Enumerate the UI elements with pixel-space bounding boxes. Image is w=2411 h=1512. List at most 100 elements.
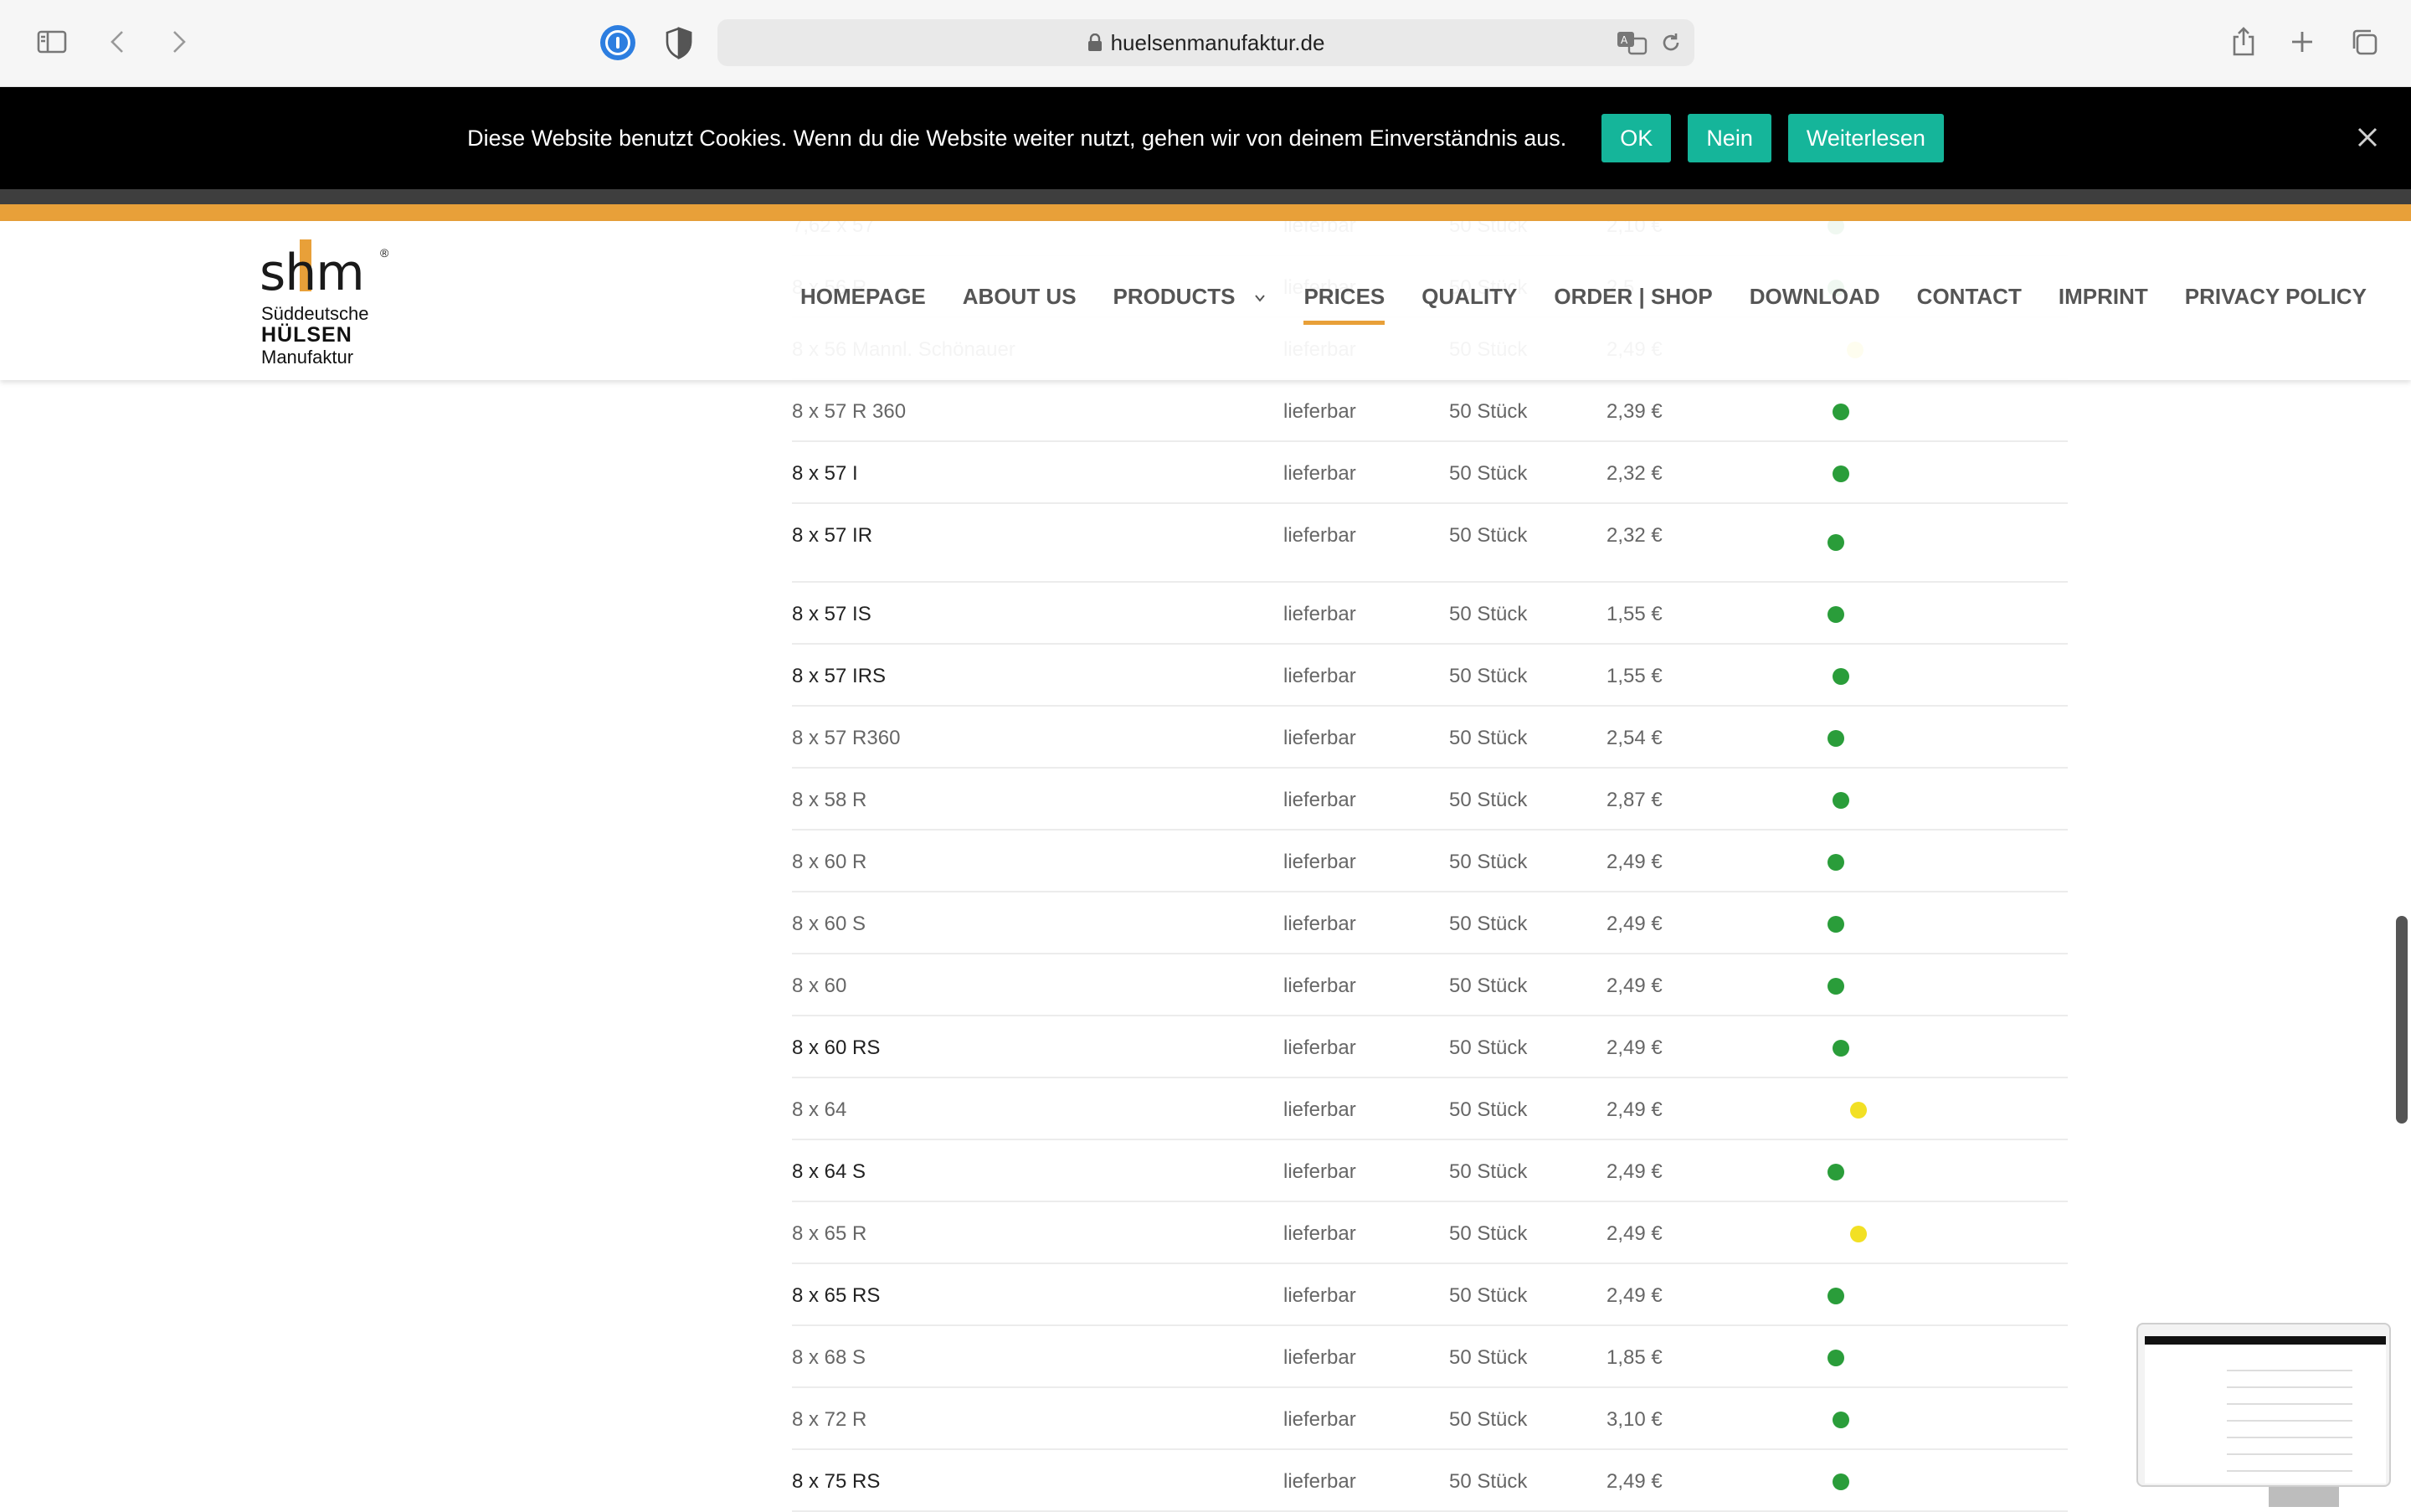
logo-line-3: Manufaktur [261, 347, 354, 368]
nav-contact[interactable]: CONTACT [1917, 284, 2022, 310]
tab-overview-icon[interactable] [2344, 22, 2384, 62]
table-row: 8 x 57 IRS lieferbar 50 Stück 1,55 € [792, 645, 2068, 707]
password-manager-icon[interactable] [600, 25, 635, 60]
new-tab-icon[interactable] [2282, 22, 2322, 62]
status-cell: lieferbar [1283, 913, 1356, 935]
back-icon[interactable] [99, 22, 139, 62]
table-row: 8 x 60 S lieferbar 50 Stück 2,49 € [792, 892, 2068, 954]
decorative-stripe [0, 189, 2411, 204]
table-row: 8 x 75 RS lieferbar 50 Stück 2,49 € [792, 1450, 2068, 1512]
availability-dot-icon [1850, 1102, 1867, 1119]
preview-handle[interactable] [2269, 1487, 2339, 1507]
status-cell: lieferbar [1283, 462, 1356, 485]
thumbnail-line [2227, 1403, 2352, 1405]
page-thumbnail-preview[interactable] [2136, 1323, 2391, 1487]
product-name-cell: 8 x 60 S [792, 913, 866, 935]
price-cell: 1,55 € [1606, 665, 1663, 687]
price-cell: 2,49 € [1606, 975, 1663, 997]
quantity-cell: 50 Stück [1449, 400, 1528, 423]
cookie-read-more-button[interactable]: Weiterlesen [1787, 114, 1944, 162]
cookie-banner: Diese Website benutzt Cookies. Wenn du d… [0, 87, 2411, 189]
status-cell: lieferbar [1283, 975, 1356, 997]
availability-dot-icon [1833, 1040, 1849, 1057]
availability-dot-icon [1828, 1288, 1844, 1304]
availability-dot-icon [1833, 668, 1849, 685]
nav-quality[interactable]: QUALITY [1421, 284, 1517, 310]
table-row: 8 x 58 R lieferbar 50 Stück 2,87 € [792, 769, 2068, 831]
decorative-stripe-accent [0, 204, 2411, 221]
price-table: 7,62 x 57lieferbar50 Stück2,10 €8 x 56 R… [792, 194, 2068, 1512]
availability-dot-icon [1828, 854, 1844, 871]
quantity-cell: 50 Stück [1449, 1346, 1528, 1369]
availability-dot-icon [1828, 978, 1844, 995]
availability-dot-icon [1833, 465, 1849, 482]
price-cell: 1,85 € [1606, 1346, 1663, 1369]
table-row: 8 x 57 I lieferbar 50 Stück 2,32 € [792, 442, 2068, 504]
nav-imprint[interactable]: IMPRINT [2059, 284, 2148, 310]
quantity-cell: 50 Stück [1449, 462, 1528, 485]
price-cell: 2,39 € [1606, 400, 1663, 423]
reload-icon[interactable] [1659, 31, 1683, 54]
registered-mark: ® [380, 246, 389, 260]
cookie-ok-button[interactable]: OK [1601, 114, 1672, 162]
availability-dot-icon [1828, 606, 1844, 623]
sidebar-toggle-icon[interactable] [32, 22, 72, 62]
status-cell: lieferbar [1283, 1098, 1356, 1121]
availability-dot-icon [1828, 1350, 1844, 1366]
status-cell: lieferbar [1283, 1160, 1356, 1183]
table-row: 8 x 57 R360 lieferbar 50 Stück 2,54 € [792, 707, 2068, 769]
thumbnail-cookie-bar [2145, 1336, 2386, 1345]
site-logo[interactable]: shm ® Süddeutsche HÜLSEN Manufaktur [256, 239, 398, 368]
thumbnail-line [2227, 1453, 2352, 1455]
availability-dot-icon [1828, 916, 1844, 933]
thumbnail-line [2227, 1420, 2352, 1422]
quantity-cell: 50 Stück [1449, 1470, 1528, 1493]
address-bar[interactable]: huelsenmanufaktur.de A [717, 19, 1694, 66]
page-scrollbar[interactable] [2396, 916, 2408, 1124]
cookie-decline-button[interactable]: Nein [1688, 114, 1771, 162]
table-row: 8 x 65 RS lieferbar 50 Stück 2,49 € [792, 1264, 2068, 1326]
nav-homepage[interactable]: HOMEPAGE [800, 284, 926, 310]
status-cell: lieferbar [1283, 400, 1356, 423]
price-cell: 2,49 € [1606, 1160, 1663, 1183]
nav-about-us[interactable]: ABOUT US [963, 284, 1077, 310]
nav-order-shop[interactable]: ORDER | SHOP [1554, 284, 1712, 310]
quantity-cell: 50 Stück [1449, 1222, 1528, 1245]
site-header: shm ® Süddeutsche HÜLSEN Manufaktur HOME… [0, 221, 2411, 380]
status-cell: lieferbar [1283, 1408, 1356, 1431]
price-cell: 2,49 € [1606, 1098, 1663, 1121]
quantity-cell: 50 Stück [1449, 727, 1528, 749]
product-name-cell: 8 x 68 S [792, 1346, 866, 1369]
logo-line-1: Süddeutsche [261, 303, 369, 324]
status-cell: lieferbar [1283, 1284, 1356, 1307]
table-row: 8 x 64 lieferbar 50 Stück 2,49 € [792, 1078, 2068, 1140]
nav-prices[interactable]: PRICES [1303, 284, 1385, 325]
quantity-cell: 50 Stück [1449, 524, 1528, 547]
table-row: 8 x 72 R lieferbar 50 Stück 3,10 € [792, 1388, 2068, 1450]
forward-icon[interactable] [157, 22, 198, 62]
nav-products[interactable]: PRODUCTS [1113, 284, 1267, 310]
thumbnail-line [2227, 1470, 2352, 1472]
availability-dot-icon [1833, 404, 1849, 420]
product-name-cell: 8 x 60 RS [792, 1036, 881, 1059]
url-text: huelsenmanufaktur.de [1110, 29, 1325, 55]
nav-download[interactable]: DOWNLOAD [1750, 284, 1880, 310]
price-cell: 2,49 € [1606, 1222, 1663, 1245]
table-row: 8 x 57 IS lieferbar 50 Stück 1,55 € [792, 583, 2068, 645]
nav-products-label: PRODUCTS [1113, 283, 1236, 309]
status-cell: lieferbar [1283, 851, 1356, 873]
product-name-cell: 8 x 57 IS [792, 603, 871, 625]
price-cell: 2,49 € [1606, 851, 1663, 873]
translate-icon[interactable]: A [1616, 30, 1649, 55]
nav-privacy-policy[interactable]: PRIVACY POLICY [2185, 284, 2367, 310]
availability-dot-icon [1833, 1412, 1849, 1428]
browser-toolbar: huelsenmanufaktur.de A [0, 0, 2411, 87]
status-cell: lieferbar [1283, 1222, 1356, 1245]
close-icon[interactable] [2352, 122, 2383, 152]
quantity-cell: 50 Stück [1449, 975, 1528, 997]
availability-dot-icon [1828, 1164, 1844, 1180]
availability-dot-icon [1828, 730, 1844, 747]
price-cell: 2,49 € [1606, 1470, 1663, 1493]
privacy-shield-icon[interactable] [662, 25, 696, 60]
share-icon[interactable] [2223, 22, 2264, 62]
